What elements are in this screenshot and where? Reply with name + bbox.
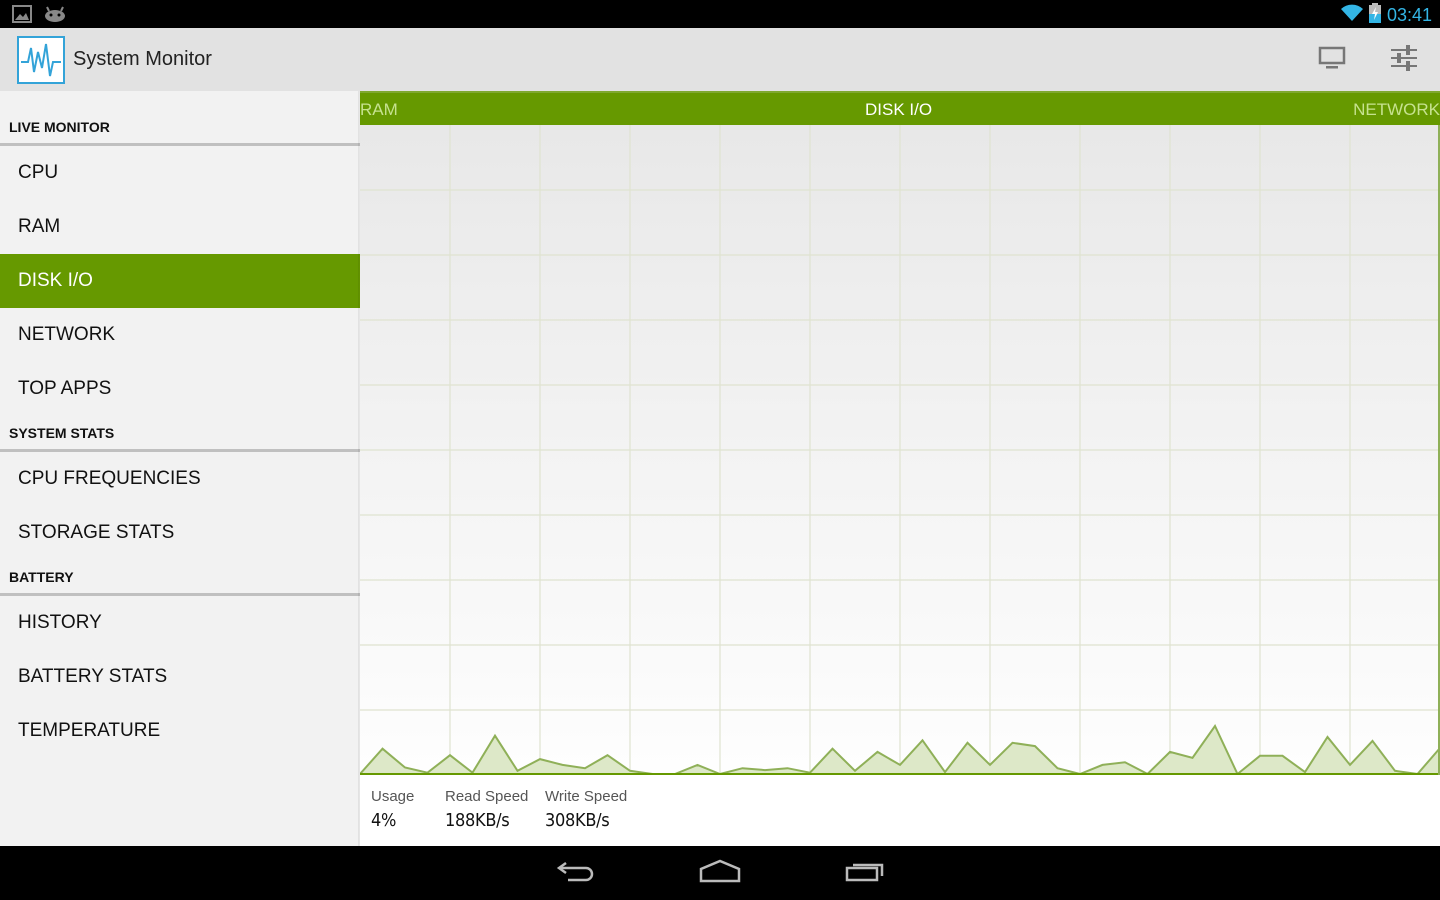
back-button[interactable]: [551, 858, 601, 888]
tab-network[interactable]: NETWORK: [1353, 100, 1440, 120]
sliders-icon: [1389, 43, 1419, 78]
read-speed-value: 188KB/s: [445, 810, 510, 831]
display-mode-button[interactable]: [1314, 42, 1350, 78]
write-speed-value: 308KB/s: [545, 810, 610, 831]
battery-charging-icon: [1368, 3, 1381, 28]
tab-disk-io[interactable]: DISK I/O: [865, 100, 932, 120]
sidebar-item-disk-io[interactable]: DISK I/O: [0, 254, 360, 308]
app-logo-icon: [17, 36, 65, 84]
read-speed-label: Read Speed: [445, 788, 529, 805]
sidebar-item-cpu-frequencies[interactable]: CPU FREQUENCIES: [0, 452, 360, 506]
settings-button[interactable]: [1386, 42, 1422, 78]
sidebar-item-storage-stats[interactable]: STORAGE STATS: [0, 506, 360, 560]
sidebar-item-network[interactable]: NETWORK: [0, 308, 360, 362]
tab-strip[interactable]: RAM DISK I/O NETWORK: [360, 91, 1440, 125]
sidebar-item-temperature[interactable]: TEMPERATURE: [0, 704, 360, 758]
section-header-live-monitor: LIVE MONITOR: [0, 119, 360, 146]
recent-apps-icon: [845, 859, 885, 888]
stat-read-speed: Read Speed 188KB/s: [445, 788, 528, 831]
system-nav-bar: [0, 846, 1440, 900]
gallery-notification-icon: [12, 5, 32, 28]
android-notification-icon: [44, 6, 66, 27]
usage-label: Usage: [371, 788, 415, 805]
sidebar-item-cpu[interactable]: CPU: [0, 146, 360, 200]
home-icon: [699, 859, 741, 888]
write-speed-label: Write Speed: [545, 788, 628, 805]
sidebar-item-history[interactable]: HISTORY: [0, 596, 360, 650]
action-bar: System Monitor: [0, 28, 1440, 91]
tab-ram[interactable]: RAM: [360, 100, 398, 120]
disk-io-chart: [360, 125, 1440, 775]
monitor-icon: [1318, 46, 1346, 75]
sidebar: LIVE MONITOR CPU RAM DISK I/O NETWORK TO…: [0, 91, 362, 846]
back-icon: [556, 859, 596, 888]
home-button[interactable]: [695, 858, 745, 888]
status-bar: 03:41: [0, 0, 1440, 28]
wifi-icon: [1340, 4, 1363, 27]
clock: 03:41: [1386, 5, 1432, 25]
sidebar-item-top-apps[interactable]: TOP APPS: [0, 362, 360, 416]
usage-value: 4%: [371, 810, 397, 831]
stat-usage: Usage 4%: [371, 788, 414, 831]
recent-apps-button[interactable]: [840, 858, 890, 888]
stats-panel: Usage 4% Read Speed 188KB/s Write Speed …: [360, 775, 1440, 846]
stat-write-speed: Write Speed 308KB/s: [545, 788, 627, 831]
sidebar-item-battery-stats[interactable]: BATTERY STATS: [0, 650, 360, 704]
section-header-system-stats: SYSTEM STATS: [0, 425, 360, 452]
main-panel: RAM DISK I/O NETWORK Usage 4% Read Speed…: [360, 91, 1440, 846]
section-header-battery: BATTERY: [0, 569, 360, 596]
sidebar-item-ram[interactable]: RAM: [0, 200, 360, 254]
app-title: System Monitor: [73, 48, 212, 70]
